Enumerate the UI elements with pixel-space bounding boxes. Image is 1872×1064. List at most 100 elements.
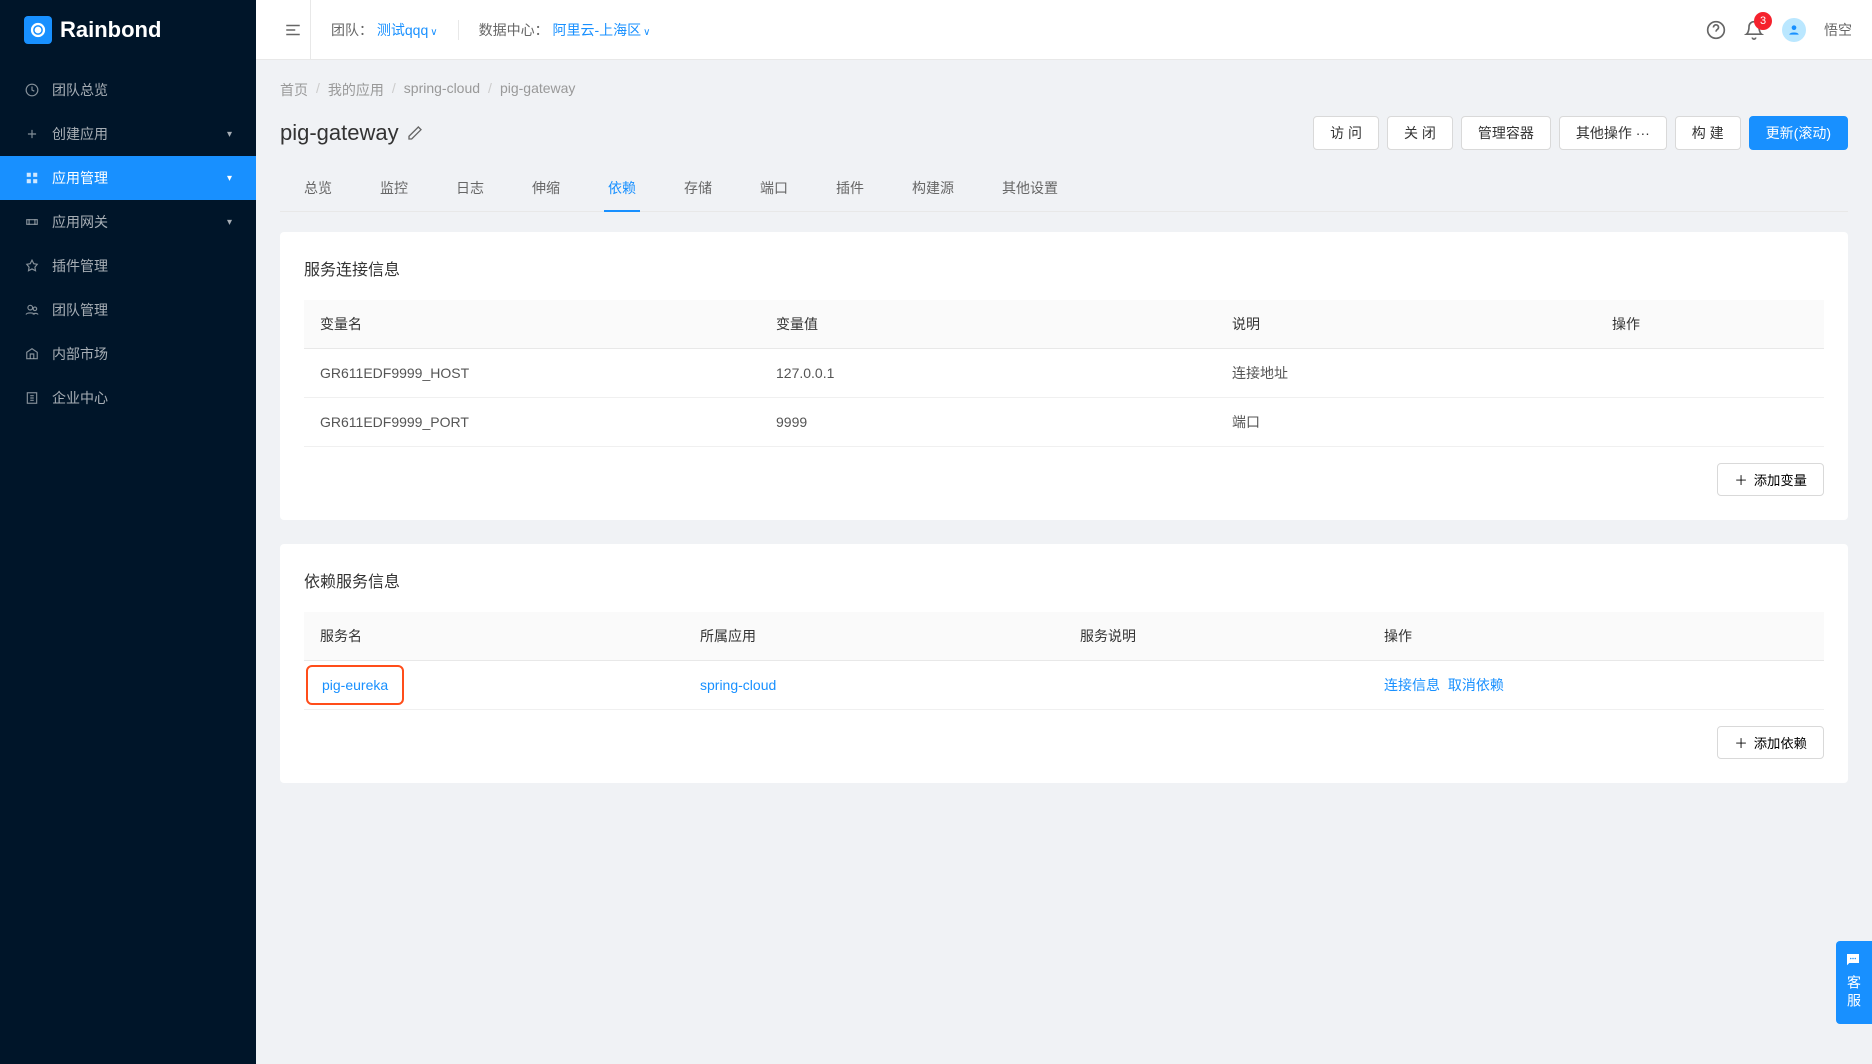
support-widget[interactable]: 客服 (1836, 941, 1872, 1024)
dc-label: 数据中心： (479, 22, 549, 38)
dashboard-icon (24, 82, 40, 98)
dc-value: 阿里云-上海区 (552, 22, 641, 38)
sidebar-item-team[interactable]: 团队管理 (0, 288, 256, 332)
col-var-value: 变量值 (760, 300, 1216, 349)
chevron-down-icon: ▾ (227, 173, 232, 184)
cell-app: spring-cloud (684, 661, 1064, 710)
breadcrumb-sep: / (488, 80, 492, 100)
service-link[interactable]: pig-eureka (322, 677, 388, 693)
breadcrumb-item[interactable]: spring-cloud (404, 80, 480, 100)
tab-overview[interactable]: 总览 (300, 166, 336, 212)
conn-info-link[interactable]: 连接信息 (1384, 677, 1440, 693)
update-button[interactable]: 更新(滚动) (1749, 116, 1848, 150)
sidebar-item-label: 内部市场 (52, 344, 108, 364)
col-service: 服务名 (304, 612, 684, 661)
sidebar-item-label: 创建应用 (52, 124, 108, 144)
breadcrumb-item[interactable]: pig-gateway (500, 80, 576, 100)
add-variable-label: 添加变量 (1754, 470, 1807, 489)
table-row: GR611EDF9999_PORT 9999 端口 (304, 398, 1824, 447)
col-action: 操作 (1368, 612, 1824, 661)
cell-value: 127.0.0.1 (760, 349, 1216, 398)
tab-plugin[interactable]: 插件 (832, 166, 868, 212)
connection-table: 变量名 变量值 说明 操作 GR611EDF9999_HOST 127.0.0.… (304, 300, 1824, 447)
dependency-info-card: 依赖服务信息 服务名 所属应用 服务说明 操作 (280, 544, 1848, 783)
breadcrumb-sep: / (392, 80, 396, 100)
cancel-dep-link[interactable]: 取消依赖 (1448, 677, 1504, 693)
chevron-down-icon: ∨ (430, 27, 437, 38)
tab-other[interactable]: 其他设置 (998, 166, 1062, 212)
notifications-button[interactable]: 3 (1744, 20, 1764, 40)
brand-logo[interactable]: Rainbond (0, 0, 256, 60)
tab-scale[interactable]: 伸缩 (528, 166, 564, 212)
datacenter-selector[interactable]: 数据中心： 阿里云-上海区∨ (479, 20, 651, 40)
sidebar: Rainbond 团队总览 创建应用 ▾ 应用管理 ▾ 应用网关 ▾ (0, 0, 256, 1064)
cell-action (1596, 349, 1824, 398)
breadcrumb: 首页 / 我的应用 / spring-cloud / pig-gateway (280, 80, 1848, 100)
team-selector[interactable]: 团队： 测试qqq∨ (331, 20, 438, 40)
team-value: 测试qqq (377, 22, 428, 38)
sidebar-item-overview[interactable]: 团队总览 (0, 68, 256, 112)
username[interactable]: 悟空 (1824, 20, 1852, 40)
card-title: 服务连接信息 (304, 256, 1824, 280)
sidebar-item-create-app[interactable]: 创建应用 ▾ (0, 112, 256, 156)
chevron-down-icon: ▾ (227, 217, 232, 228)
breadcrumb-item[interactable]: 首页 (280, 80, 308, 100)
other-actions-button[interactable]: 其他操作 ··· (1559, 116, 1667, 150)
help-button[interactable] (1706, 20, 1726, 40)
app-link[interactable]: spring-cloud (700, 677, 776, 693)
breadcrumb-item[interactable]: 我的应用 (328, 80, 384, 100)
add-dependency-button[interactable]: ＋ 添加依赖 (1717, 726, 1824, 759)
add-dependency-label: 添加依赖 (1754, 733, 1807, 752)
tab-dependency[interactable]: 依赖 (604, 166, 640, 212)
sidebar-item-label: 团队总览 (52, 80, 108, 100)
cell-desc: 端口 (1216, 398, 1596, 447)
tab-monitor[interactable]: 监控 (376, 166, 412, 212)
sidebar-item-enterprise[interactable]: 企业中心 (0, 376, 256, 420)
enterprise-icon (24, 390, 40, 406)
tab-storage[interactable]: 存储 (680, 166, 716, 212)
chevron-down-icon: ∨ (643, 27, 650, 38)
close-button[interactable]: 关 闭 (1387, 116, 1453, 150)
plus-icon: ＋ (1734, 470, 1747, 489)
dependency-table: 服务名 所属应用 服务说明 操作 pig-eureka (304, 612, 1824, 710)
tab-port[interactable]: 端口 (756, 166, 792, 212)
cell-value: 9999 (760, 398, 1216, 447)
tabs: 总览 监控 日志 伸缩 依赖 存储 端口 插件 构建源 其他设置 (280, 166, 1848, 212)
breadcrumb-sep: / (316, 80, 320, 100)
connection-info-card: 服务连接信息 变量名 变量值 说明 操作 GR611EDF9999_HOST (280, 232, 1848, 520)
col-app: 所属应用 (684, 612, 1064, 661)
add-variable-button[interactable]: ＋ 添加变量 (1717, 463, 1824, 496)
page-title: pig-gateway (280, 120, 423, 146)
sidebar-item-app-manage[interactable]: 应用管理 ▾ (0, 156, 256, 200)
apps-icon (24, 170, 40, 186)
tab-build-source[interactable]: 构建源 (908, 166, 958, 212)
cell-name: GR611EDF9999_PORT (304, 398, 760, 447)
team-label: 团队： (331, 22, 373, 38)
brand-name: Rainbond (60, 17, 161, 43)
cell-name: GR611EDF9999_HOST (304, 349, 760, 398)
sidebar-item-market[interactable]: 内部市场 (0, 332, 256, 376)
build-button[interactable]: 构 建 (1675, 116, 1741, 150)
table-row: GR611EDF9999_HOST 127.0.0.1 连接地址 (304, 349, 1824, 398)
tab-log[interactable]: 日志 (452, 166, 488, 212)
cell-action (1596, 398, 1824, 447)
edit-icon[interactable] (407, 125, 423, 141)
sidebar-item-plugin[interactable]: 插件管理 (0, 244, 256, 288)
visit-button[interactable]: 访 问 (1313, 116, 1379, 150)
cell-desc (1064, 661, 1368, 710)
manage-container-button[interactable]: 管理容器 (1461, 116, 1551, 150)
sidebar-item-label: 应用网关 (52, 212, 108, 232)
cell-service: pig-eureka (304, 661, 684, 710)
collapse-sidebar-button[interactable] (276, 0, 311, 59)
col-desc: 说明 (1216, 300, 1596, 349)
avatar[interactable] (1782, 18, 1806, 42)
logo-icon (24, 16, 52, 44)
highlight-annotation: pig-eureka (306, 665, 404, 705)
sidebar-item-gateway[interactable]: 应用网关 ▾ (0, 200, 256, 244)
sidebar-item-label: 插件管理 (52, 256, 108, 276)
sidebar-menu: 团队总览 创建应用 ▾ 应用管理 ▾ 应用网关 ▾ 插件管理 (0, 60, 256, 428)
table-row: pig-eureka spring-cloud 连接信息 取消依赖 (304, 661, 1824, 710)
support-label: 客服 (1844, 975, 1864, 1011)
page-title-text: pig-gateway (280, 120, 399, 146)
gateway-icon (24, 214, 40, 230)
